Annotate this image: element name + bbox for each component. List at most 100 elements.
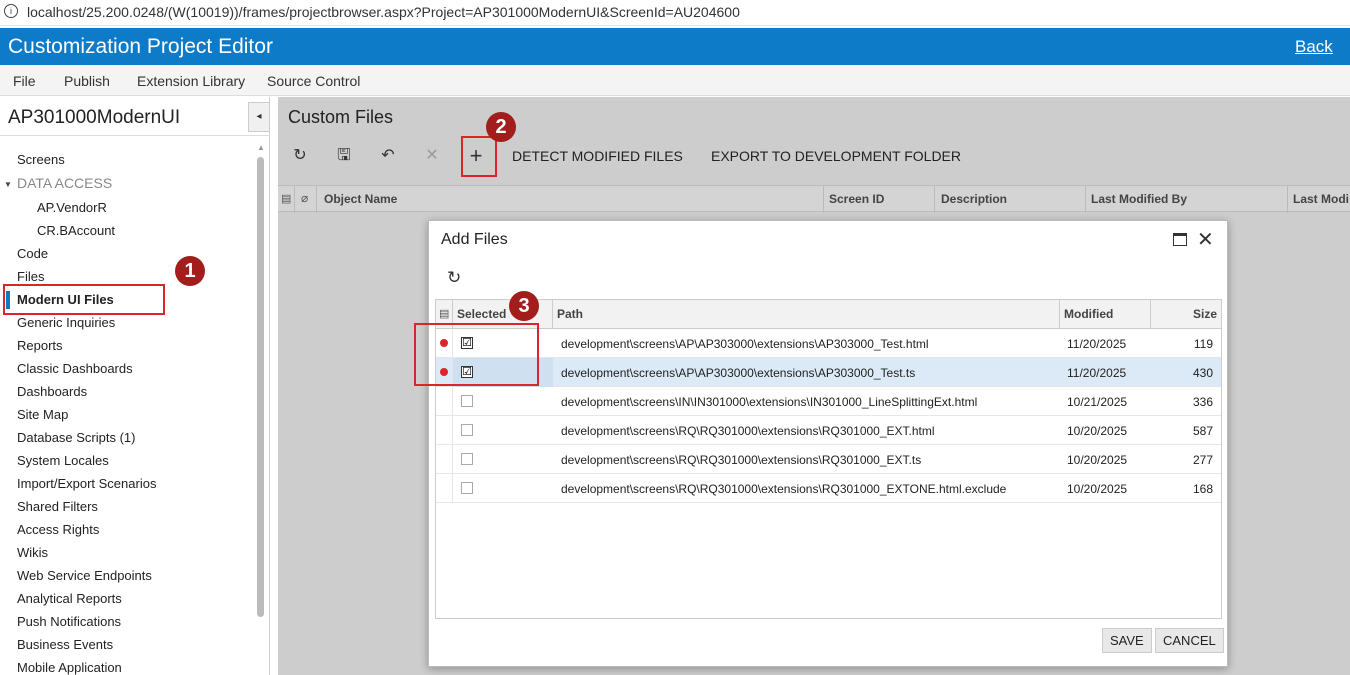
divider [452,445,453,474]
table-row[interactable]: development\screens\RQ\RQ301000\extensio… [436,416,1221,445]
add-files-dialog: Add Files ✕ ↻ ▤ Selected Path Modified S… [428,220,1228,667]
sidebar-item-code[interactable]: Code [17,246,48,261]
size-cell: 587 [1192,424,1213,438]
step-badge-3: 3 [509,291,539,321]
table-row[interactable]: development\screens\RQ\RQ301000\extensio… [436,474,1221,503]
selected-checkbox[interactable] [461,453,473,465]
table-row[interactable]: ☑ development\screens\AP\AP303000\extens… [436,358,1221,387]
col-screen-id[interactable]: Screen ID [829,192,884,206]
scroll-up-icon[interactable]: ▲ [256,143,266,153]
step-badge-1: 1 [175,256,205,286]
path-cell: development\screens\RQ\RQ301000\extensio… [561,424,935,438]
row-settings-icon[interactable]: ▤ [439,307,449,320]
menu-extension-library[interactable]: Extension Library [137,73,245,89]
col-selected[interactable]: Selected [457,307,506,321]
divider [1287,186,1288,213]
project-name: AP301000ModernUI [8,107,181,128]
delete-icon[interactable]: ✕ [420,142,444,170]
app-header: Customization Project Editor Back [0,28,1350,65]
sidebar-scroll-thumb[interactable] [257,157,264,617]
undo-icon[interactable]: ↶ [376,142,400,170]
menu-bar: File Publish Extension Library Source Co… [0,65,1350,96]
save-icon[interactable]: 🖫 [332,142,356,170]
highlight-box-1 [3,284,165,315]
path-cell: development\screens\IN\IN301000\extensio… [561,395,978,409]
dialog-title: Add Files [441,231,508,248]
divider [452,416,453,445]
modified-cell: 11/20/2025 [1067,337,1127,351]
sidebar-item-site-map[interactable]: Site Map [17,407,68,422]
table-row[interactable]: development\screens\IN\IN301000\extensio… [436,387,1221,416]
maximize-icon[interactable] [1173,233,1187,246]
sidebar-item-wikis[interactable]: Wikis [17,545,48,560]
divider [452,387,453,416]
modified-cell: 10/20/2025 [1067,453,1128,467]
sidebar-item-files[interactable]: Files [17,269,44,284]
info-icon[interactable]: i [4,4,18,18]
sidebar-item-mobile-application[interactable]: Mobile Application [17,660,122,675]
divider [1085,186,1086,213]
size-cell: 168 [1192,482,1213,496]
custom-files-grid-header: ▤ ⌀ Object Name Screen ID Description La… [278,185,1350,213]
col-path[interactable]: Path [557,307,583,321]
col-last-modified-by[interactable]: Last Modified By [1091,192,1187,206]
table-row[interactable]: development\screens\RQ\RQ301000\extensio… [436,445,1221,474]
sidebar-item-generic-inquiries[interactable]: Generic Inquiries [17,315,115,330]
sidebar-item-data-access[interactable]: DATA ACCESS [17,175,112,191]
selected-checkbox[interactable] [461,395,473,407]
close-icon[interactable]: ✕ [1197,227,1214,252]
path-cell: development\screens\AP\AP303000\extensio… [561,337,929,351]
url-text[interactable]: localhost/25.200.0248/(W(10019))/frames/… [27,4,740,20]
size-cell: 119 [1193,337,1213,351]
refresh-icon[interactable]: ↻ [288,142,312,170]
export-to-development-folder-button[interactable]: EXPORT TO DEVELOPMENT FOLDER [711,148,961,164]
selected-checkbox[interactable] [461,482,473,494]
sidebar-item-ap-vendorr[interactable]: AP.VendorR [37,200,107,215]
sidebar-item-screens[interactable]: Screens [17,152,65,167]
cancel-button[interactable]: CANCEL [1155,628,1224,653]
divider [316,186,317,213]
modified-cell: 11/20/2025 [1067,366,1127,380]
selected-checkbox[interactable] [461,424,473,436]
sidebar-item-shared-filters[interactable]: Shared Filters [17,499,98,514]
row-settings-icon[interactable]: ▤ [281,192,291,205]
collapse-sidebar-button[interactable]: ◂ [248,102,270,132]
highlight-box-2 [461,136,497,177]
page-title: Custom Files [288,107,394,127]
browser-address-bar[interactable]: i localhost/25.200.0248/(W(10019))/frame… [0,0,1350,26]
menu-publish[interactable]: Publish [64,73,110,89]
step-badge-2: 2 [486,112,516,142]
save-button[interactable]: SAVE [1102,628,1152,653]
col-object-name[interactable]: Object Name [324,192,397,206]
sidebar-item-access-rights[interactable]: Access Rights [17,522,99,537]
modified-cell: 10/21/2025 [1067,395,1128,409]
sidebar-item-database-scripts[interactable]: Database Scripts (1) [17,430,136,445]
sidebar-item-analytical-reports[interactable]: Analytical Reports [17,591,122,606]
detect-modified-files-button[interactable]: DETECT MODIFIED FILES [512,148,683,164]
col-last-modified[interactable]: Last Modi [1293,192,1349,206]
sidebar-item-classic-dashboards[interactable]: Classic Dashboards [17,361,133,376]
sidebar-item-cr-baccount[interactable]: CR.BAccount [37,223,115,238]
files-grid-header: ▤ Selected Path Modified Size [436,300,1221,329]
sidebar-item-web-service-endpoints[interactable]: Web Service Endpoints [17,568,152,583]
col-size[interactable]: Size [1193,307,1217,321]
col-description[interactable]: Description [941,192,1007,206]
sidebar-item-system-locales[interactable]: System Locales [17,453,109,468]
sidebar-item-business-events[interactable]: Business Events [17,637,113,652]
menu-file[interactable]: File [13,73,36,89]
path-cell: development\screens\RQ\RQ301000\extensio… [561,453,922,467]
col-modified[interactable]: Modified [1064,307,1113,321]
refresh-icon[interactable]: ↻ [447,268,461,288]
modified-cell: 10/20/2025 [1067,424,1128,438]
table-row[interactable]: ☑ development\screens\AP\AP303000\extens… [436,329,1221,358]
sidebar-item-import-export-scenarios[interactable]: Import/Export Scenarios [17,476,156,491]
sidebar-item-reports[interactable]: Reports [17,338,63,353]
divider [0,135,270,136]
menu-source-control[interactable]: Source Control [267,73,360,89]
back-link[interactable]: Back [1295,37,1333,57]
chevron-down-icon[interactable]: ▼ [4,180,12,189]
sidebar-item-dashboards[interactable]: Dashboards [17,384,87,399]
size-cell: 336 [1192,395,1213,409]
divider [294,186,295,213]
sidebar-item-push-notifications[interactable]: Push Notifications [17,614,121,629]
